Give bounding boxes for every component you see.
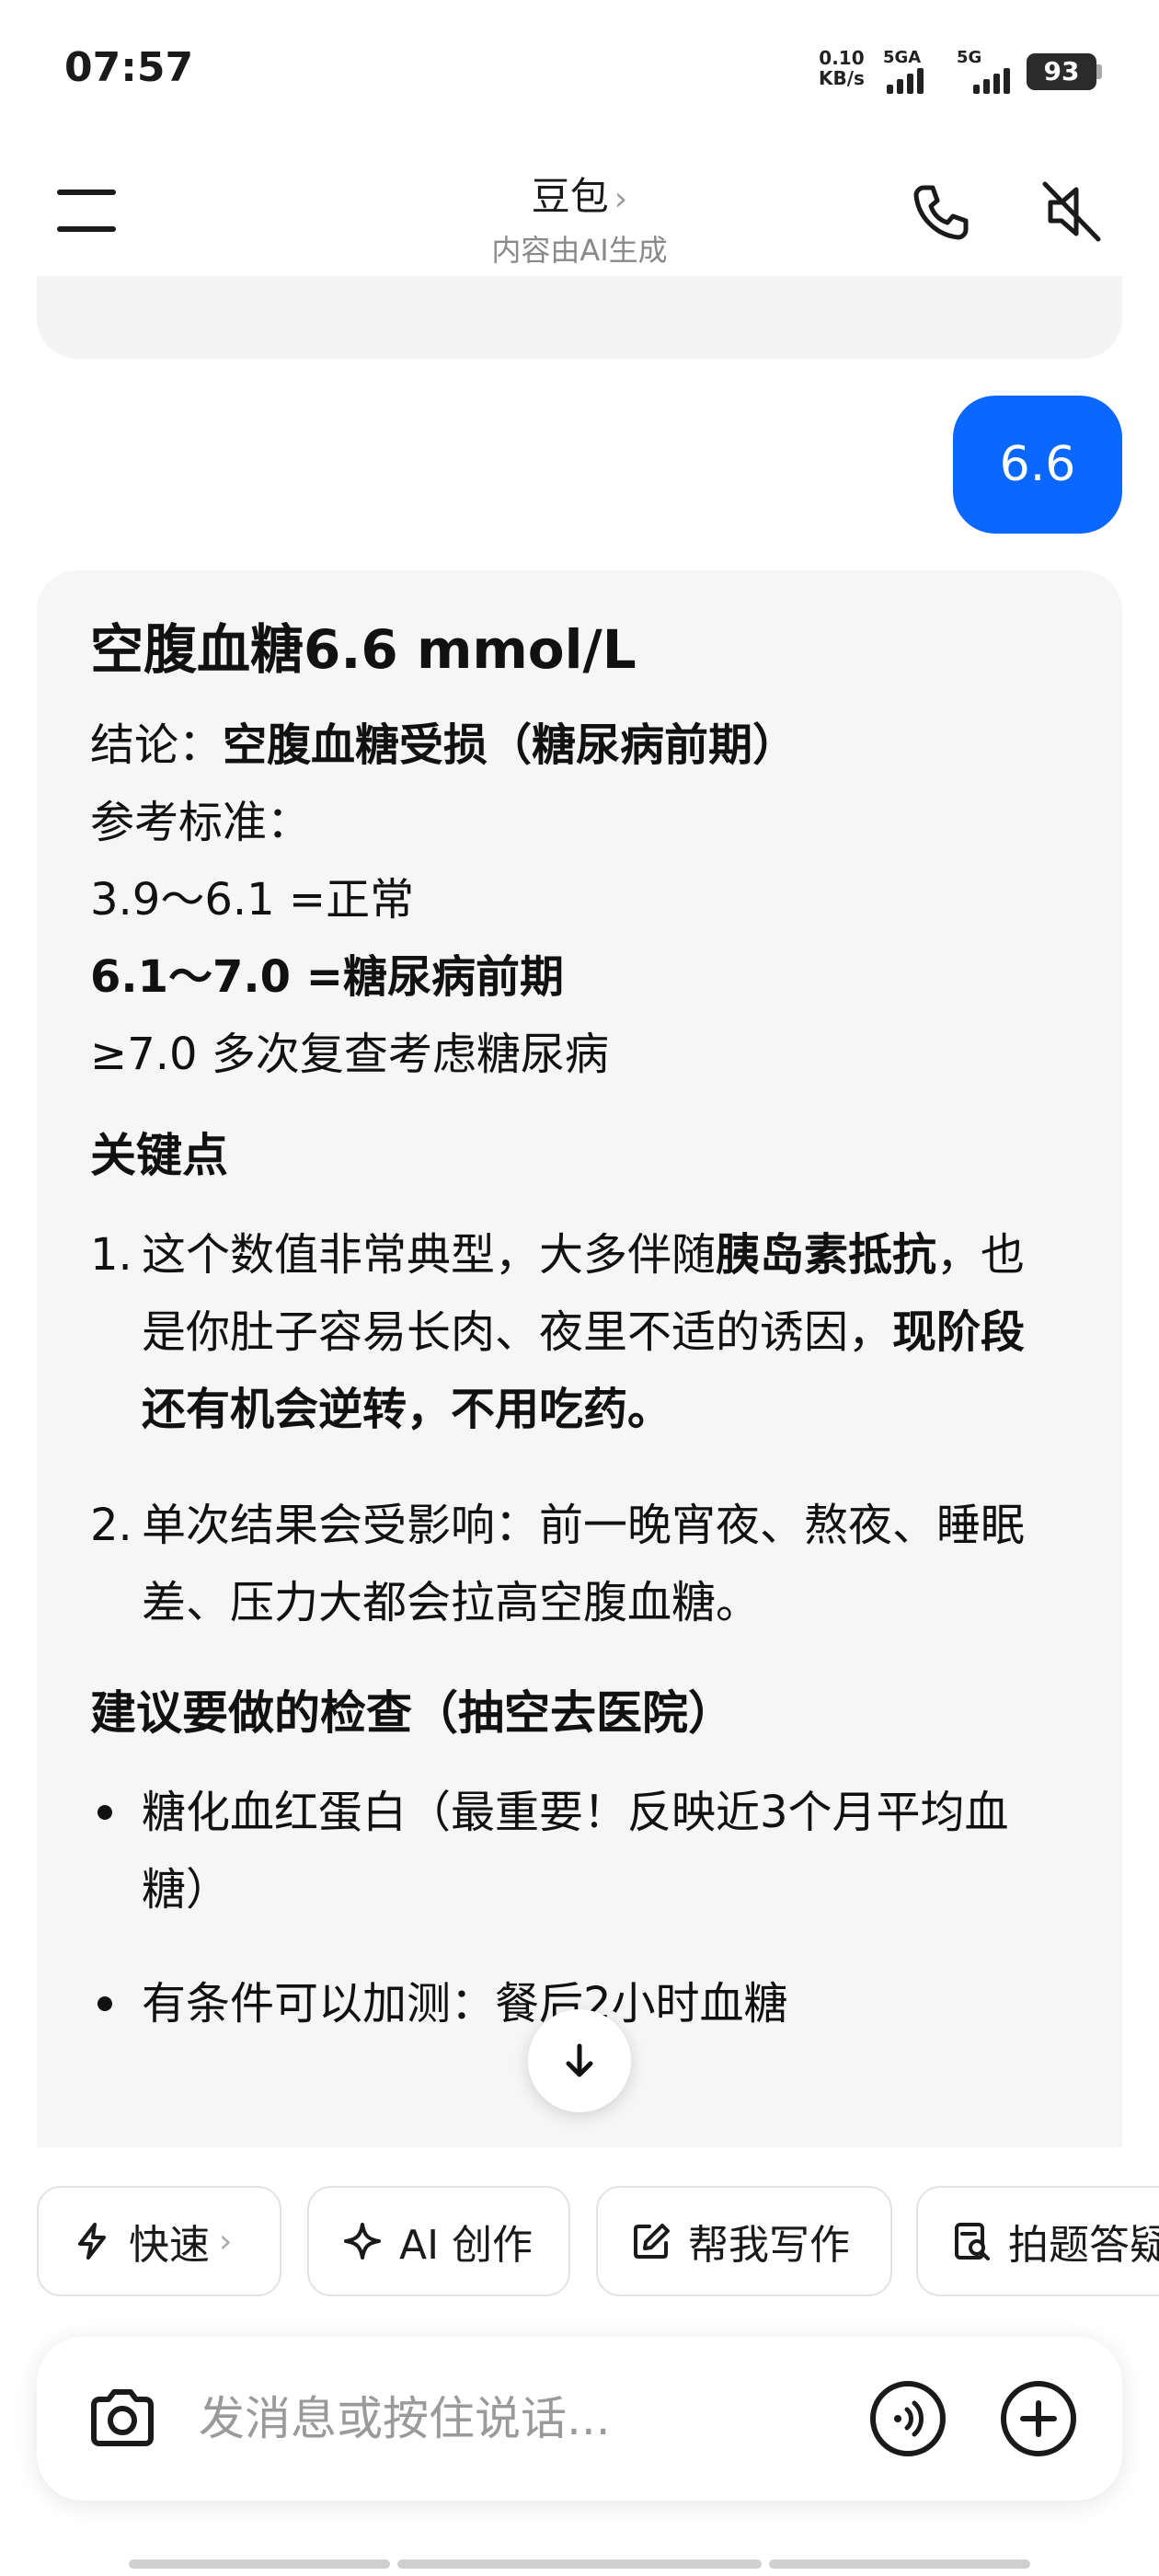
conclusion-line: 结论：空腹血糖受损（糖尿病前期） [90,707,1069,784]
chip-photo-question[interactable]: 拍题答疑 [916,2186,1159,2296]
previous-message-bubble [37,276,1122,359]
battery-tip [1096,64,1102,79]
message-input[interactable] [199,2377,870,2460]
chat-subtitle: 内容由AI生成 [491,233,668,268]
phone-icon[interactable] [903,175,977,248]
chip-label: 快速 [129,2222,210,2269]
scroll-to-bottom-button[interactable] [528,2009,631,2112]
key-points-title: 关键点 [90,1129,228,1182]
chip-label: AI 创作 [399,2222,534,2269]
menu-icon[interactable] [57,190,120,236]
status-bar: 07:57 0.10 KB/s 5GA 5G 93 [0,0,1159,138]
bullet-icon [90,1965,142,2042]
chip-ai-create[interactable]: AI 创作 [307,2186,570,2296]
signal-5g-icon: 5G [957,48,1021,94]
conclusion-label: 结论： [90,719,224,771]
reference-diabetes: ≥7.0 多次复查考虑糖尿病 [90,1029,609,1080]
voice-call-icon[interactable] [866,2377,949,2460]
plus-icon[interactable] [997,2377,1080,2460]
quick-actions-bar: 快速 › AI 创作 帮我写作 拍题答疑 [0,2147,1159,2313]
net-speed-value: 0.10 [819,47,865,69]
gesture-bar [129,2559,390,2569]
key-point-2: 2. 单次结果会受影响：前一晚宵夜、熬夜、睡眠差、压力大都会拉高空腹血糖。 [90,1487,1069,1641]
signal-5ga-label: 5GA [883,48,922,67]
bullet-icon [90,1774,142,1928]
reference-label: 参考标准： [90,797,312,848]
lightning-icon [78,2223,106,2260]
net-speed: 0.10 KB/s [819,48,865,88]
reference-prediabetes: 6.1～7.0 =糖尿病前期 [90,951,564,1003]
chat-header: 豆包 › 内容由AI生成 [0,138,1159,294]
gesture-bar [769,2559,1030,2569]
reply-heading: 空腹血糖6.6 mmol/L [90,618,637,681]
chat-title: 豆包 [531,174,609,219]
sparkle-icon [344,2223,381,2260]
scan-question-icon [955,2223,990,2260]
chip-label: 帮我写作 [688,2222,850,2269]
message-composer [37,2337,1122,2501]
signal-5g-label: 5G [957,48,982,67]
user-message-bubble[interactable]: 6.6 [953,396,1122,534]
speaker-muted-icon[interactable] [1034,175,1107,248]
chevron-right-icon: › [219,2222,233,2260]
list-number: 1. [90,1229,132,1281]
signal-5ga-icon: 5GA [883,48,947,94]
gesture-bar [397,2559,762,2569]
arrow-down-icon [566,2043,593,2077]
title-chevron-icon: › [614,180,628,218]
edit-icon [634,2224,670,2259]
key-point-1: 1. 这个数值非常典型，大多伴随胰岛素抵抗，也是你肚子容易长肉、夜里不适的诱因，… [90,1216,1069,1448]
reference-normal: 3.9～6.1 =正常 [90,874,415,926]
status-time: 07:57 [64,44,194,91]
list-item-text: 单次结果会受影响：前一晚宵夜、熬夜、睡眠差、压力大都会拉高空腹血糖。 [142,1500,1026,1628]
point1-text-bold: 胰岛素抵抗 [716,1229,937,1281]
list-item-text: 糖化血红蛋白（最重要！反映近3个月平均血糖） [142,1787,1009,1915]
chip-fast-mode[interactable]: 快速 › [37,2186,281,2296]
chip-help-write[interactable]: 帮我写作 [596,2186,892,2296]
check-item-1: 糖化血红蛋白（最重要！反映近3个月平均血糖） [90,1774,1069,1928]
chat-title-area[interactable]: 豆包 › 内容由AI生成 [396,166,763,270]
point1-text-a: 这个数值非常典型，大多伴随 [142,1229,717,1281]
net-speed-unit: KB/s [819,67,865,89]
battery-icon: 93 [1027,53,1096,90]
list-number: 2. [90,1500,132,1551]
list-item-text: 这个数值非常典型，大多伴随胰岛素抵抗，也是你肚子容易长肉、夜里不适的诱因，现阶段… [142,1216,1069,1448]
ai-reply-bubble: 空腹血糖6.6 mmol/L 结论：空腹血糖受损（糖尿病前期） 参考标准： 3.… [37,570,1122,2147]
conclusion-value: 空腹血糖受损（糖尿病前期） [223,719,798,771]
checks-title: 建议要做的检查（抽空去医院） [90,1686,734,1740]
chip-label: 拍题答疑 [1008,2222,1159,2269]
camera-icon[interactable] [81,2377,164,2460]
chat-screen: 07:57 0.10 KB/s 5GA 5G 93 豆包 › 内容由AI生成 6… [0,0,1159,2576]
